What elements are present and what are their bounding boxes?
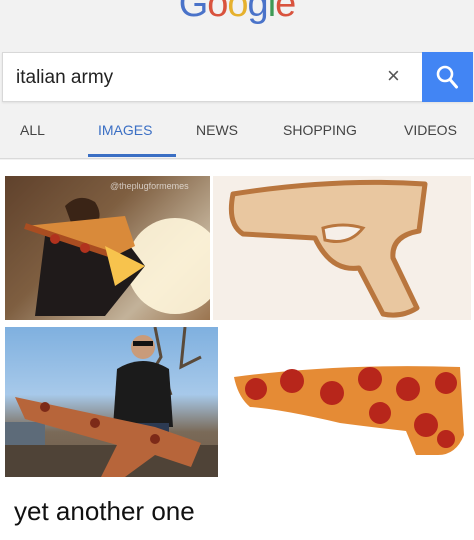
pepperoni-pistol-image (234, 366, 464, 455)
header-divider (0, 158, 474, 159)
tab-all[interactable]: ALL (20, 122, 45, 138)
image-result[interactable] (213, 176, 471, 320)
google-logo[interactable]: Google (0, 0, 474, 24)
tab-shopping[interactable]: SHOPPING (283, 122, 357, 138)
search-input[interactable]: italian army (16, 67, 113, 89)
logo-letter: G (178, 0, 209, 25)
tab-news[interactable]: NEWS (196, 122, 238, 138)
image-result[interactable] (5, 176, 210, 320)
search-box[interactable]: italian army × (2, 52, 473, 102)
search-button[interactable] (422, 52, 473, 102)
man-firing-pizza-gun-image (5, 176, 210, 320)
logo-letter: e (275, 0, 296, 25)
search-icon (436, 65, 458, 89)
meme-caption: yet another one (14, 496, 195, 526)
search-tabs: ALL IMAGES NEWS SHOPPING VIDEOS (0, 118, 474, 158)
watermark-text: @theplugformemes (110, 181, 189, 191)
man-with-pizza-rifle-image (5, 327, 218, 477)
image-result[interactable] (220, 327, 471, 477)
clear-icon[interactable]: × (387, 65, 400, 87)
tab-images[interactable]: IMAGES (98, 122, 152, 138)
logo-letter: o (207, 0, 228, 25)
active-tab-indicator (88, 154, 176, 157)
logo-letter: o (227, 0, 248, 25)
tab-videos[interactable]: VIDEOS (404, 122, 457, 138)
pizza-crust-pistol-image (228, 179, 428, 318)
logo-letter: g (247, 0, 269, 25)
image-result[interactable] (5, 327, 218, 477)
